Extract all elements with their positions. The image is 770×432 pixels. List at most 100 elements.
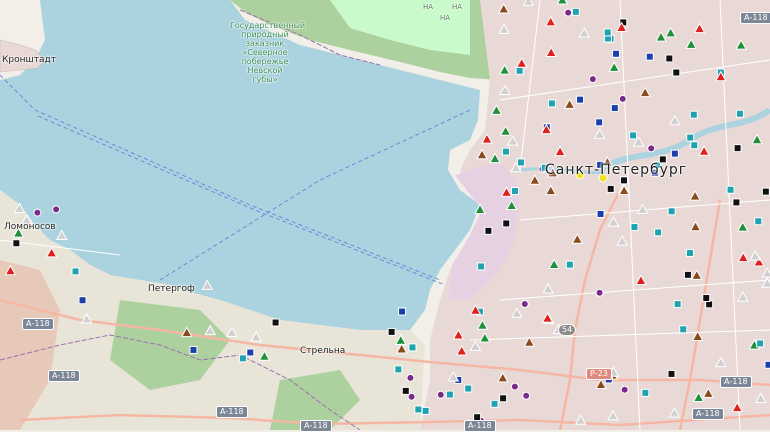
- poi-marker-blue-sq[interactable]: [398, 307, 407, 316]
- poi-marker-teal-sq[interactable]: [726, 185, 735, 194]
- poi-marker-purple-circ[interactable]: [520, 300, 529, 309]
- poi-marker-black-sq[interactable]: [401, 386, 410, 395]
- label-reserve-line-5: побережье: [241, 57, 289, 66]
- poi-marker-teal-sq[interactable]: [408, 343, 417, 352]
- poi-marker-purple-circ[interactable]: [588, 75, 597, 84]
- poi-marker-teal-sq[interactable]: [414, 405, 423, 414]
- label-reserve-line-6: Невской: [247, 66, 283, 75]
- label-na-2: НА: [440, 14, 451, 22]
- poi-marker-black-sq[interactable]: [606, 184, 615, 193]
- poi-marker-teal-sq[interactable]: [689, 110, 698, 119]
- poi-marker-teal-sq[interactable]: [629, 131, 638, 140]
- poi-marker-purple-circ[interactable]: [510, 382, 519, 391]
- poi-marker-purple-circ[interactable]: [618, 94, 627, 103]
- poi-marker-teal-sq[interactable]: [445, 390, 454, 399]
- poi-marker-teal-sq[interactable]: [603, 28, 612, 37]
- label-na-3: НА: [452, 3, 463, 11]
- poi-marker-teal-sq[interactable]: [571, 7, 580, 16]
- poi-marker-black-sq[interactable]: [683, 270, 692, 279]
- poi-marker-teal-sq[interactable]: [547, 99, 556, 108]
- label-kronstadt: Кронштадт: [2, 55, 56, 65]
- poi-marker-teal-sq[interactable]: [630, 223, 639, 232]
- shield-a118-5: А-118: [464, 420, 496, 432]
- poi-marker-teal-sq[interactable]: [690, 141, 699, 150]
- poi-marker-purple-circ[interactable]: [564, 8, 573, 17]
- poi-marker-purple-circ[interactable]: [522, 391, 531, 400]
- poi-marker-purple-circ[interactable]: [52, 205, 61, 214]
- poi-marker-black-sq[interactable]: [667, 369, 676, 378]
- poi-marker-purple-circ[interactable]: [33, 208, 42, 217]
- shield-a118-6: А-118: [740, 12, 770, 24]
- poi-marker-black-sq[interactable]: [499, 394, 508, 403]
- poi-marker-blue-sq[interactable]: [610, 104, 619, 113]
- poi-marker-teal-sq[interactable]: [654, 228, 663, 237]
- label-reserve-line-7: губы»: [252, 75, 278, 84]
- poi-marker-black-sq[interactable]: [502, 219, 511, 228]
- poi-marker-teal-sq[interactable]: [754, 217, 763, 226]
- poi-marker-blue-sq[interactable]: [78, 296, 87, 305]
- poi-marker-teal-sq[interactable]: [515, 66, 524, 75]
- poi-marker-blue-sq[interactable]: [596, 209, 605, 218]
- shield-a118-2: А-118: [48, 370, 80, 382]
- poi-marker-teal-sq[interactable]: [686, 133, 695, 142]
- shield-54: 54: [558, 324, 577, 336]
- poi-marker-black-sq[interactable]: [672, 68, 681, 77]
- label-reserve-line-3: заказник: [245, 39, 285, 48]
- label-reserve-line-1: Государственный: [230, 21, 306, 30]
- shield-a118-4: А-118: [300, 420, 332, 432]
- map-canvas[interactable]: [0, 0, 770, 430]
- poi-marker-teal-sq[interactable]: [565, 260, 574, 269]
- label-reserve-line-2: природный: [241, 30, 289, 39]
- poi-marker-black-sq[interactable]: [761, 187, 770, 196]
- shield-a118-3: А-118: [216, 406, 248, 418]
- poi-marker-teal-sq[interactable]: [735, 109, 744, 118]
- poi-marker-black-sq[interactable]: [732, 198, 741, 207]
- poi-marker-blue-sq[interactable]: [576, 95, 585, 104]
- poi-marker-teal-sq[interactable]: [641, 388, 650, 397]
- label-saint-petersburg: Санкт-Петербург: [545, 162, 688, 178]
- poi-marker-black-sq[interactable]: [665, 54, 674, 63]
- poi-marker-black-sq[interactable]: [702, 294, 711, 303]
- poi-marker-blue-sq[interactable]: [189, 345, 198, 354]
- poi-marker-teal-sq[interactable]: [517, 158, 526, 167]
- poi-marker-purple-circ[interactable]: [647, 144, 656, 153]
- poi-marker-teal-sq[interactable]: [679, 325, 688, 334]
- shield-a118-7: А-118: [692, 408, 724, 420]
- label-strelna: Стрельна: [300, 346, 346, 356]
- shield-a118-1: А-118: [22, 318, 54, 330]
- poi-marker-purple-circ[interactable]: [436, 390, 445, 399]
- poi-marker-blue-sq[interactable]: [595, 118, 604, 127]
- poi-marker-black-sq[interactable]: [733, 144, 742, 153]
- poi-marker-teal-sq[interactable]: [673, 300, 682, 309]
- poi-marker-teal-sq[interactable]: [464, 384, 473, 393]
- poi-marker-purple-circ[interactable]: [406, 373, 415, 382]
- poi-marker-teal-sq[interactable]: [477, 262, 486, 271]
- poi-marker-teal-sq[interactable]: [394, 365, 403, 374]
- poi-marker-teal-sq[interactable]: [511, 187, 520, 196]
- poi-marker-blue-sq[interactable]: [764, 360, 770, 369]
- poi-marker-blue-sq[interactable]: [612, 49, 621, 58]
- label-na-1: НА: [423, 3, 434, 11]
- poi-marker-teal-sq[interactable]: [501, 147, 510, 156]
- poi-marker-teal-sq[interactable]: [756, 339, 765, 348]
- poi-marker-teal-sq[interactable]: [71, 267, 80, 276]
- poi-marker-purple-circ[interactable]: [595, 288, 604, 297]
- poi-marker-purple-circ[interactable]: [620, 385, 629, 394]
- poi-marker-blue-sq[interactable]: [246, 348, 255, 357]
- label-lomonosov: Ломоносов: [4, 222, 56, 232]
- poi-marker-teal-sq[interactable]: [685, 248, 694, 257]
- label-reserve: Государственный природный заказник «Севе…: [230, 21, 305, 84]
- poi-marker-green-tri[interactable]: [556, 0, 569, 5]
- poi-marker-teal-sq[interactable]: [238, 354, 247, 363]
- poi-marker-teal-sq[interactable]: [490, 399, 499, 408]
- poi-marker-black-sq[interactable]: [387, 327, 396, 336]
- poi-marker-blue-sq[interactable]: [645, 52, 654, 61]
- poi-marker-black-sq[interactable]: [271, 318, 280, 327]
- poi-marker-teal-sq[interactable]: [421, 406, 430, 415]
- poi-marker-black-sq[interactable]: [484, 226, 493, 235]
- poi-marker-teal-sq[interactable]: [667, 207, 676, 216]
- poi-marker-blue-sq[interactable]: [670, 149, 679, 158]
- label-reserve-line-4: «Северное: [242, 48, 288, 57]
- poi-marker-black-sq[interactable]: [12, 239, 21, 248]
- label-peterhof: Петергоф: [148, 284, 195, 294]
